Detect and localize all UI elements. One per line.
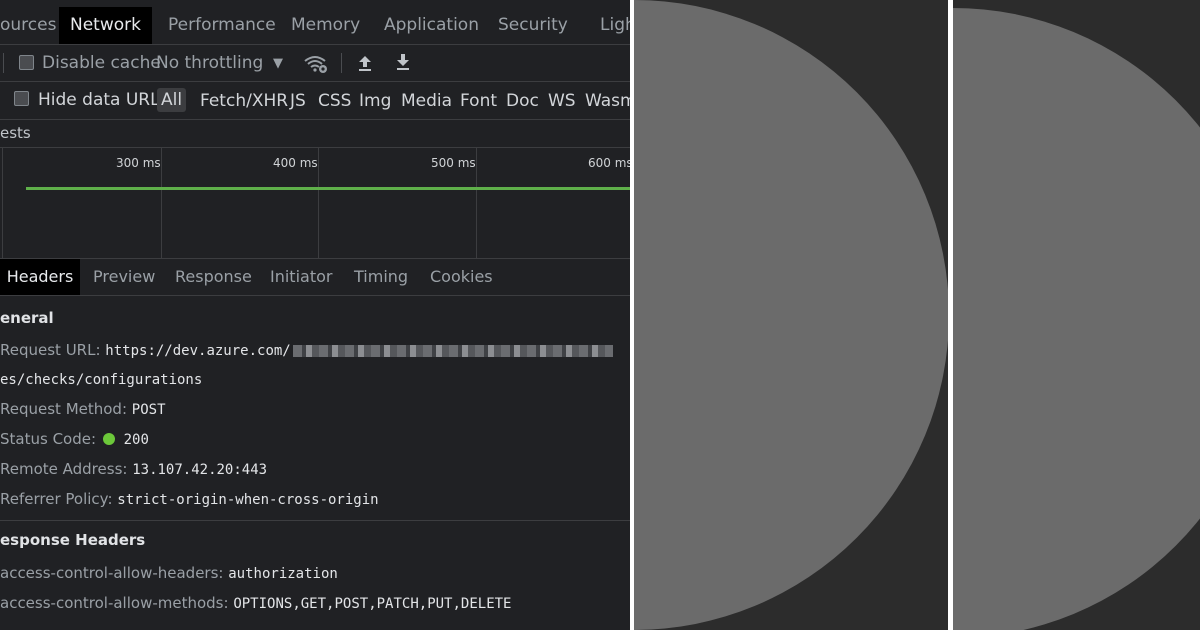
filter-type-all[interactable]: All <box>157 88 187 112</box>
tab-network[interactable]: Network <box>59 7 152 44</box>
toolbar-separator <box>3 53 4 73</box>
timeline-tick-300: 300 ms <box>116 156 161 170</box>
filter-type-img[interactable]: Img <box>359 91 391 111</box>
remote-address-row: Remote Address: 13.107.42.20:443 <box>0 460 267 478</box>
tab-timing[interactable]: Timing <box>354 259 408 295</box>
timeline-gridline <box>2 148 3 258</box>
header-value: 200 <box>123 432 149 448</box>
main-tab-bar: ources Network Performance Memory Applic… <box>0 7 630 44</box>
filter-type-fetch-xhr[interactable]: Fetch/XHR <box>200 91 288 111</box>
decorative-panel <box>634 0 948 630</box>
requests-text: ests <box>0 124 31 142</box>
half-circle-shape <box>953 8 1200 630</box>
timeline-gridline <box>476 148 477 258</box>
detail-tab-bar: Headers Preview Response Initiator Timin… <box>0 259 630 295</box>
tab-security[interactable]: Security <box>498 7 568 44</box>
tab-lighthouse[interactable]: Ligh <box>600 7 630 44</box>
header-value: https://dev.azure.com/ <box>105 343 291 359</box>
filter-type-wasm[interactable]: Wasm <box>585 91 630 111</box>
chevron-down-icon[interactable]: ▼ <box>273 56 283 71</box>
disable-cache-label: Disable cache <box>42 53 161 73</box>
filter-type-font[interactable]: Font <box>460 91 497 111</box>
header-key: Remote Address: <box>0 460 128 478</box>
timeline-gridline <box>318 148 319 258</box>
half-circle-shape <box>634 0 948 630</box>
header-value: POST <box>131 402 166 418</box>
header-key: Request Method: <box>0 400 128 418</box>
response-header-row: access-control-allow-methods: OPTIONS,GE… <box>0 594 511 612</box>
filter-type-doc[interactable]: Doc <box>506 91 539 111</box>
header-value: authorization <box>228 566 338 582</box>
timeline-gridline <box>161 148 162 258</box>
header-value: 13.107.42.20:443 <box>132 462 268 478</box>
header-key: Referrer Policy: <box>0 490 113 508</box>
filter-type-css[interactable]: CSS <box>318 91 351 111</box>
status-code-row: Status Code: 200 <box>0 430 149 448</box>
devtools-panel: ources Network Performance Memory Applic… <box>0 0 630 630</box>
hide-data-urls-checkbox[interactable] <box>14 91 29 106</box>
tab-performance[interactable]: Performance <box>168 7 276 44</box>
tab-sources[interactable]: ources <box>0 7 56 44</box>
timeline-tick-400: 400 ms <box>273 156 318 170</box>
tab-headers[interactable]: Headers <box>0 259 80 295</box>
tab-preview[interactable]: Preview <box>93 259 155 295</box>
tab-application[interactable]: Application <box>384 7 479 44</box>
disable-cache-checkbox[interactable] <box>19 55 34 70</box>
divider <box>0 295 630 296</box>
filter-type-media[interactable]: Media <box>401 91 452 111</box>
wifi-icon[interactable] <box>303 54 329 74</box>
response-headers-section-title[interactable]: esponse Headers <box>0 531 145 549</box>
request-url-row: Request URL: https://dev.azure.com/ <box>0 341 613 359</box>
decorative-panel <box>953 0 1200 630</box>
timeline-tick-500: 500 ms <box>431 156 476 170</box>
timeline-tick-600: 600 ms <box>588 156 630 170</box>
header-key: access-control-allow-methods: <box>0 594 229 612</box>
hide-data-urls-label: Hide data URLs <box>38 90 169 110</box>
filter-type-js[interactable]: JS <box>290 91 306 111</box>
throttling-select[interactable]: No throttling <box>156 53 263 73</box>
header-key: access-control-allow-headers: <box>0 564 224 582</box>
requests-label: ests <box>0 120 630 148</box>
header-key: Request URL: <box>0 341 101 359</box>
divider <box>0 520 630 521</box>
timeline-overview[interactable]: 300 ms 400 ms 500 ms 600 ms <box>0 148 630 258</box>
tab-response[interactable]: Response <box>175 259 252 295</box>
redacted-text <box>292 344 613 357</box>
tab-memory[interactable]: Memory <box>291 7 360 44</box>
header-value: strict-origin-when-cross-origin <box>117 492 379 508</box>
filter-bar: Hide data URLs All Fetch/XHR JS CSS Img … <box>0 82 630 119</box>
response-header-row: access-control-allow-headers: authorizat… <box>0 564 338 582</box>
download-icon[interactable] <box>395 53 411 71</box>
filter-type-ws[interactable]: WS <box>548 91 576 111</box>
upload-icon[interactable] <box>357 54 373 72</box>
status-ok-icon <box>102 433 115 445</box>
general-section-title[interactable]: eneral <box>0 309 54 327</box>
request-method-row: Request Method: POST <box>0 400 166 418</box>
header-key: Status Code: <box>0 430 97 448</box>
tab-initiator[interactable]: Initiator <box>270 259 332 295</box>
header-value: es/checks/configurations <box>0 372 203 388</box>
header-value: OPTIONS,GET,POST,PATCH,PUT,DELETE <box>233 596 512 612</box>
toolbar-separator <box>341 53 342 73</box>
request-url-continuation: es/checks/configurations <box>0 370 202 388</box>
network-toolbar: Disable cache No throttling ▼ <box>0 44 630 81</box>
referrer-policy-row: Referrer Policy: strict-origin-when-cros… <box>0 490 379 508</box>
tab-cookies[interactable]: Cookies <box>430 259 493 295</box>
request-timing-bar <box>26 187 630 190</box>
